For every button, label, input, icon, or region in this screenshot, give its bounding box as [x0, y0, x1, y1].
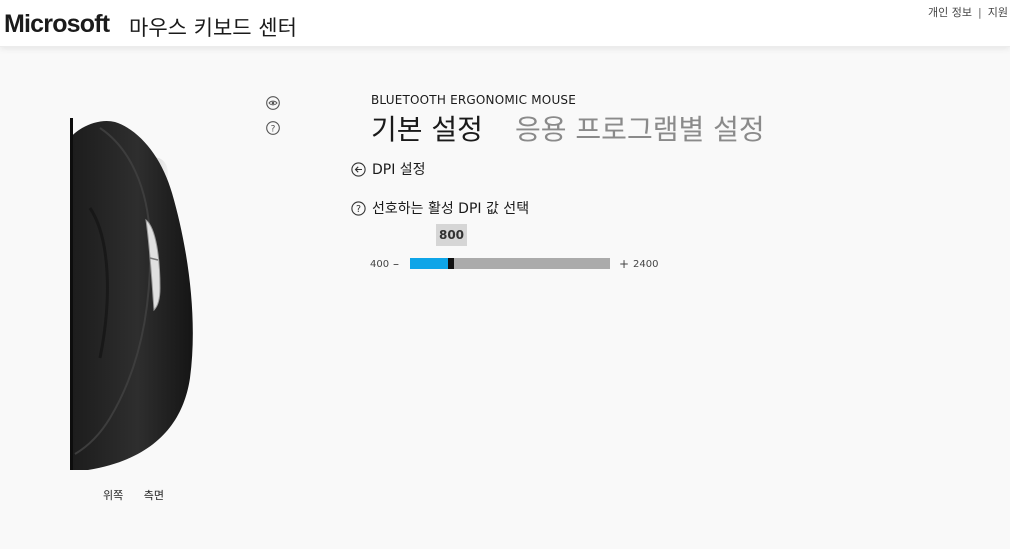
- tab-app-specific-settings[interactable]: 응용 프로그램별 설정: [515, 108, 765, 148]
- dpi-slider-fill: [410, 258, 450, 269]
- mouse-illustration: [70, 118, 193, 471]
- eye-icon[interactable]: [266, 96, 280, 110]
- tab-basic-settings[interactable]: 기본 설정: [371, 108, 483, 148]
- support-link[interactable]: 지원: [988, 6, 1008, 19]
- microsoft-logo: Microsoft: [4, 10, 110, 38]
- view-side-button[interactable]: 측면: [144, 489, 164, 502]
- header-links: 개인 정보 | 지원: [928, 4, 1008, 20]
- mouse-device-image: [70, 118, 200, 471]
- back-button[interactable]: DPI 설정: [351, 160, 426, 178]
- back-label: DPI 설정: [372, 162, 426, 178]
- back-arrow-icon: [351, 161, 366, 177]
- view-toggle: 위쪽 측면: [103, 487, 181, 503]
- svg-text:?: ?: [271, 124, 276, 134]
- link-separator: |: [978, 6, 982, 19]
- dpi-prompt-label: 선호하는 활성 DPI 값 선택: [372, 201, 530, 217]
- slider-min-label: 400: [370, 259, 390, 270]
- dpi-slider-track[interactable]: [410, 258, 610, 269]
- dpi-prompt-row: ? 선호하는 활성 DPI 값 선택: [351, 199, 529, 217]
- dpi-value-bubble: 800: [436, 224, 467, 246]
- dpi-slider-thumb[interactable]: [448, 258, 454, 269]
- app-header: Microsoft 마우스 키보드 센터 개인 정보 | 지원: [0, 0, 1010, 47]
- decrease-dpi-button[interactable]: –: [393, 257, 399, 271]
- svg-text:?: ?: [356, 204, 361, 215]
- device-name: BLUETOOTH ERGONOMIC MOUSE: [371, 93, 577, 107]
- privacy-link[interactable]: 개인 정보: [928, 6, 972, 19]
- view-top-button[interactable]: 위쪽: [103, 489, 123, 502]
- app-title: 마우스 키보드 센터: [129, 16, 297, 40]
- help-icon[interactable]: ?: [351, 200, 366, 216]
- increase-dpi-button[interactable]: +: [619, 257, 629, 271]
- help-icon[interactable]: ?: [266, 121, 280, 135]
- slider-max-label: 2400: [633, 259, 659, 270]
